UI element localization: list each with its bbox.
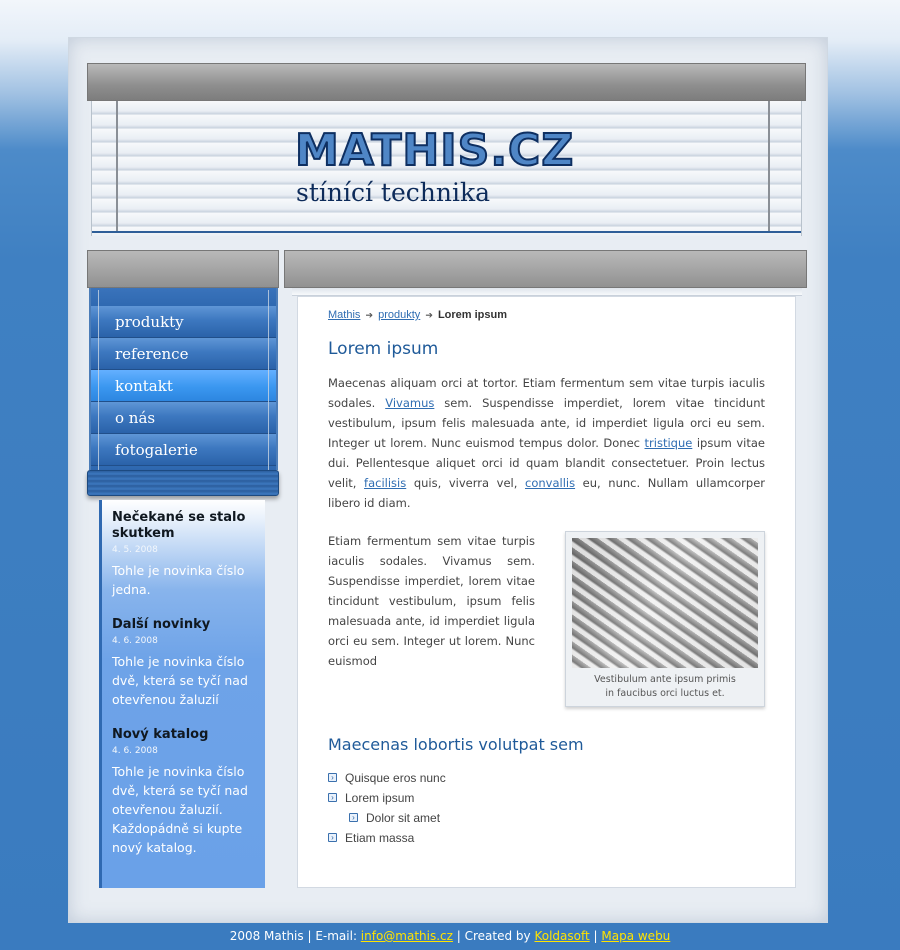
link-facilisis[interactable]: facilisis: [364, 476, 406, 490]
nav-blind-bottom: [87, 470, 279, 496]
breadcrumb-link-produkty[interactable]: produkty: [378, 309, 420, 321]
blinds-photo[interactable]: [572, 538, 758, 668]
image-caption: Vestibulum ante ipsum primis in faucibus…: [572, 673, 758, 701]
section-heading: Maecenas lobortis volutpat sem: [328, 735, 584, 754]
news-item: Další novinky 4. 6. 2008 Tohle je novink…: [112, 617, 255, 709]
footer-creator-link[interactable]: Koldasoft: [534, 929, 589, 943]
list-item-text: Lorem ipsum: [345, 791, 415, 805]
caption-line: in faucibus orci luctus et.: [605, 688, 725, 699]
breadcrumb: Mathis ➔ produkty ➔ Lorem ipsum: [328, 309, 765, 321]
list-item-text: Etiam massa: [345, 831, 415, 845]
news-item: Nový katalog 4. 6. 2008 Tohle je novinka…: [112, 727, 255, 857]
link-vivamus[interactable]: Vivamus: [385, 396, 434, 410]
blind-cord: [768, 101, 770, 231]
nav-cord: [98, 290, 99, 490]
header-blind-rail: [87, 63, 806, 101]
header-baseline: [92, 231, 801, 233]
nav-item-fotogalerie[interactable]: fotogalerie: [91, 434, 276, 466]
text-image-row: Etiam fermentum sem vitae turpis iaculis…: [328, 531, 765, 707]
arrow-bullet-icon: ›: [349, 813, 358, 822]
breadcrumb-current: Lorem ipsum: [437, 309, 508, 321]
site-tagline: stínící technika: [296, 178, 491, 207]
news-text: Tohle je novinka číslo jedna.: [112, 563, 245, 597]
image-figure: Vestibulum ante ipsum primis in faucibus…: [565, 531, 765, 707]
nav-spacer: [91, 288, 276, 306]
footer-sitemap-link[interactable]: Mapa webu: [601, 929, 670, 943]
list-item: › Dolor sit amet: [349, 808, 765, 828]
list-item: › Lorem ipsum: [328, 788, 765, 808]
link-tristique[interactable]: tristique: [645, 436, 693, 450]
para-text: quis, viverra vel,: [406, 476, 525, 490]
blind-cord: [116, 101, 118, 231]
news-item: Nečekané se stalo skutkem 4. 5. 2008 Toh…: [112, 510, 255, 599]
nav-item-reference[interactable]: reference: [91, 338, 276, 370]
caption-line: Vestibulum ante ipsum primis: [594, 674, 736, 685]
news-date: 4. 5. 2008: [112, 545, 158, 555]
breadcrumb-arrow-icon: ➔: [425, 310, 433, 320]
main-nav: produkty reference kontakt o nás fotogal…: [89, 288, 278, 470]
footer-text: | Created by: [452, 929, 535, 943]
intro-paragraph: Maecenas aliquam orci at tortor. Etiam f…: [328, 373, 765, 513]
news-date: 4. 6. 2008: [112, 636, 158, 646]
footer-text: |: [589, 929, 602, 943]
arrow-bullet-icon: ›: [328, 793, 337, 802]
news-column: Nečekané se stalo skutkem 4. 5. 2008 Toh…: [99, 500, 265, 888]
news-title[interactable]: Nečekané se stalo skutkem: [112, 510, 255, 542]
arrow-bullet-icon: ›: [328, 773, 337, 782]
news-title[interactable]: Nový katalog: [112, 727, 255, 743]
site-logo[interactable]: MATHIS.CZ: [294, 127, 574, 175]
nav-item-o-nas[interactable]: o nás: [91, 402, 276, 434]
list-item: › Quisque eros nunc: [328, 768, 765, 788]
bullet-list: › Quisque eros nunc › Lorem ipsum › Dolor s…: [328, 768, 765, 848]
page-title: Lorem ipsum: [328, 339, 439, 359]
second-paragraph: Etiam fermentum sem vitae turpis iaculis…: [328, 534, 535, 668]
news-title[interactable]: Další novinky: [112, 617, 255, 633]
nav-blind-rail: [87, 250, 279, 288]
news-text: Tohle je novinka číslo dvě, která se tyč…: [112, 654, 248, 707]
news-text: Tohle je novinka číslo dvě, která se tyč…: [112, 764, 248, 855]
footer-text: 2008 Mathis | E-mail:: [229, 929, 361, 943]
arrow-bullet-icon: ›: [328, 833, 337, 842]
footer-email-link[interactable]: info@mathis.cz: [361, 929, 453, 943]
nav-item-produkty[interactable]: produkty: [91, 306, 276, 338]
nav-cord: [268, 290, 269, 490]
site-footer: 2008 Mathis | E-mail: info@mathis.cz | C…: [0, 929, 900, 943]
nav-item-kontakt[interactable]: kontakt: [91, 370, 276, 402]
news-date: 4. 6. 2008: [112, 746, 158, 756]
content-sill: [292, 288, 802, 296]
list-item-text: Dolor sit amet: [366, 811, 441, 825]
list-item-text: Quisque eros nunc: [345, 771, 446, 785]
content-blind-rail: [284, 250, 807, 288]
breadcrumb-link-mathis[interactable]: Mathis: [328, 309, 360, 321]
breadcrumb-arrow-icon: ➔: [365, 310, 374, 320]
list-item: › Etiam massa: [328, 828, 765, 848]
main-content: Mathis ➔ produkty ➔ Lorem ipsum Lorem ip…: [297, 296, 796, 888]
link-convallis[interactable]: convallis: [525, 476, 575, 490]
